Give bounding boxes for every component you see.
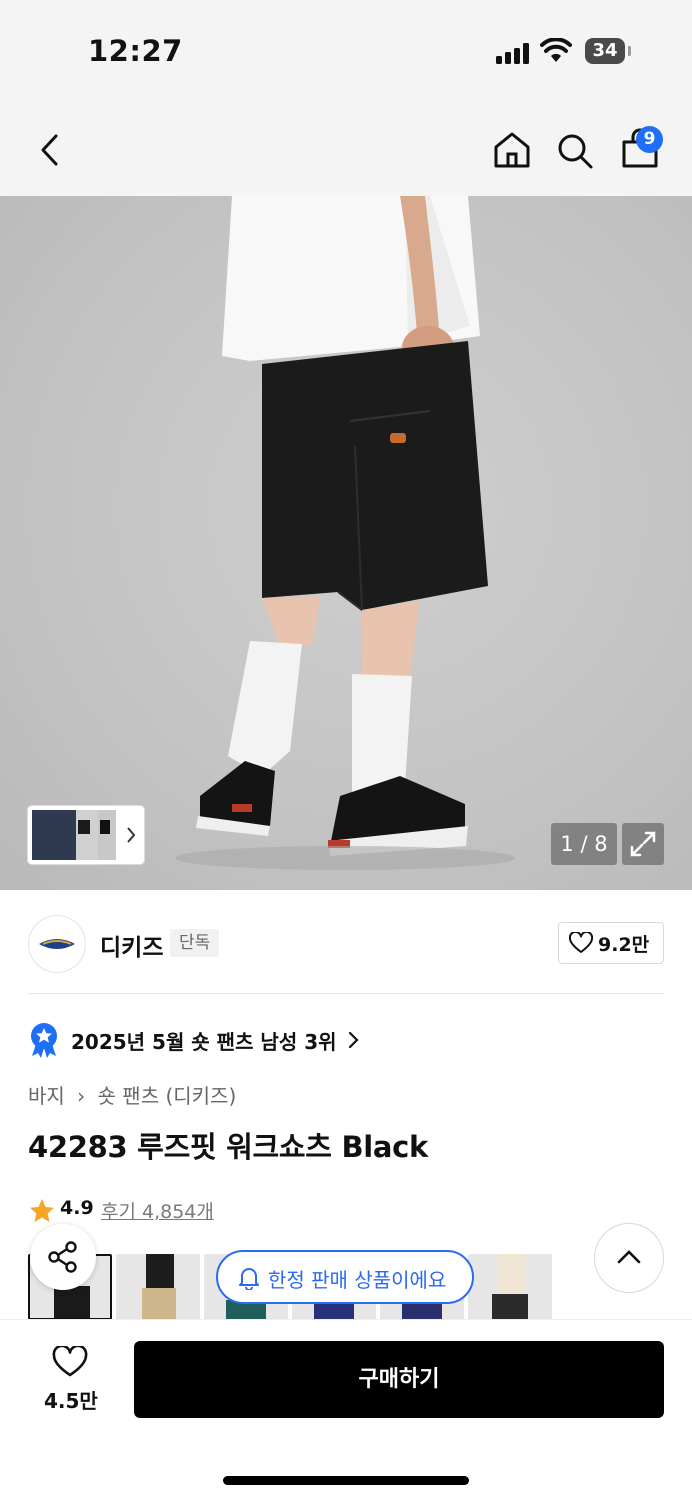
gallery-thumbnails bbox=[32, 810, 136, 860]
dickies-logo-icon bbox=[39, 939, 75, 949]
chevron-up-icon bbox=[617, 1250, 641, 1264]
chevron-right-icon bbox=[348, 1031, 359, 1049]
battery-cap bbox=[628, 46, 631, 56]
signal-icon bbox=[496, 42, 530, 64]
divider bbox=[28, 993, 664, 994]
status-bar: 12:27 34 bbox=[0, 0, 692, 100]
bell-icon bbox=[239, 1268, 259, 1290]
share-button[interactable] bbox=[30, 1224, 96, 1290]
breadcrumb: 바지 › 숏 팬츠 (디키즈) bbox=[28, 1080, 236, 1109]
wifi-icon bbox=[540, 38, 572, 62]
heart-icon[interactable] bbox=[52, 1346, 88, 1378]
brand-like-count: 9.2만 bbox=[598, 934, 650, 956]
product-image[interactable] bbox=[0, 196, 692, 890]
ranking-medal-icon bbox=[31, 1023, 57, 1058]
heart-icon bbox=[569, 932, 593, 953]
home-icon[interactable] bbox=[492, 130, 532, 170]
buy-button[interactable]: 구매하기 bbox=[134, 1341, 664, 1418]
color-variant-thumb[interactable] bbox=[468, 1254, 552, 1320]
star-icon bbox=[30, 1199, 54, 1222]
product-title: 42283 루즈핏 워크쇼츠 Black bbox=[28, 1130, 429, 1164]
ranking-text[interactable]: 2025년 5월 숏 팬츠 남성 3위 bbox=[71, 1026, 337, 1055]
image-counter: 1 / 8 bbox=[551, 823, 617, 865]
brand-exclusive-tag: 단독 bbox=[170, 929, 220, 957]
status-time: 12:27 bbox=[88, 34, 183, 68]
breadcrumb-separator-icon: › bbox=[77, 1084, 86, 1108]
chevron-right-icon bbox=[127, 827, 136, 843]
review-count-link[interactable]: 후기 4,854개 bbox=[101, 1197, 214, 1224]
expand-icon bbox=[630, 831, 656, 857]
expand-button[interactable] bbox=[622, 823, 664, 865]
color-variant-thumb[interactable] bbox=[116, 1254, 200, 1320]
brand-logo[interactable] bbox=[28, 915, 86, 973]
breadcrumb-category[interactable]: 바지 bbox=[28, 1084, 65, 1108]
wishlist-count: 4.5만 bbox=[44, 1389, 98, 1413]
gallery-thumbnail-strip[interactable] bbox=[28, 806, 144, 864]
scroll-top-button[interactable] bbox=[594, 1223, 664, 1293]
product-photo-illustration bbox=[175, 196, 515, 870]
brand-name[interactable]: 디키즈 bbox=[100, 928, 163, 962]
battery-indicator: 34 bbox=[585, 38, 625, 64]
home-indicator bbox=[223, 1476, 469, 1485]
rating-score: 4.9 bbox=[60, 1197, 94, 1219]
breadcrumb-subcategory[interactable]: 숏 팬츠 (디키즈) bbox=[98, 1084, 237, 1108]
chevron-left-icon[interactable] bbox=[36, 132, 64, 168]
cart-count-badge: 9 bbox=[636, 126, 663, 153]
search-icon[interactable] bbox=[556, 132, 594, 170]
share-icon bbox=[48, 1241, 77, 1273]
limited-sale-text[interactable]: 한정 판매 상품이에요 bbox=[268, 1264, 446, 1293]
